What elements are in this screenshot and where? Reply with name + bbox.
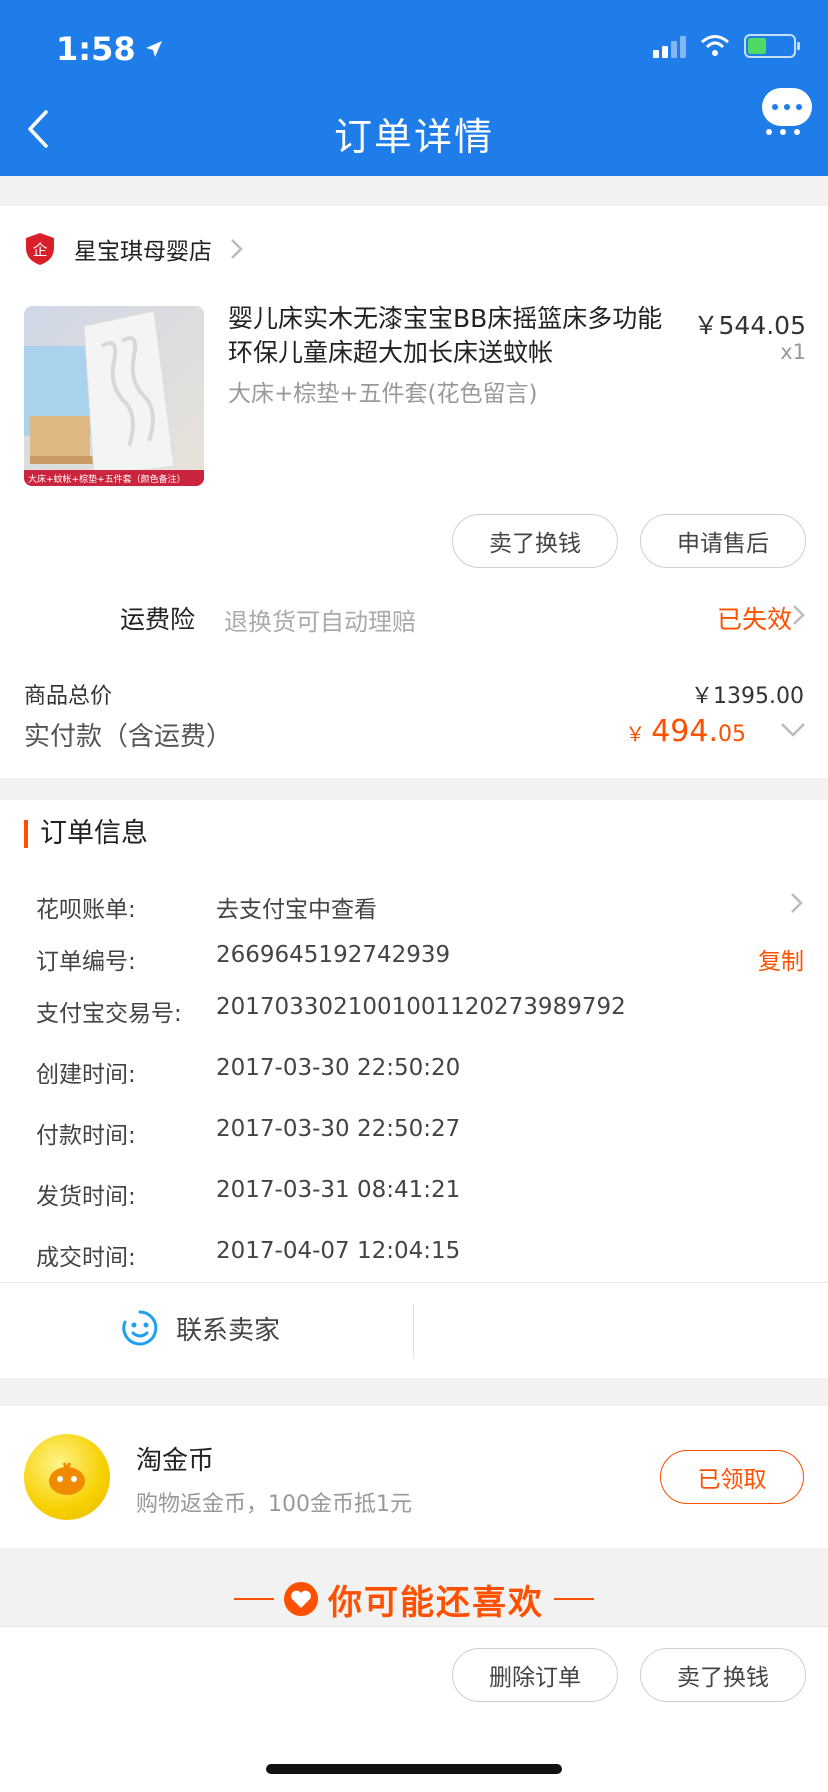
page-title: 订单详情 (333, 115, 494, 159)
shop-name: 星宝琪母婴店 (74, 239, 212, 265)
paid-time-value: 2017-03-30 22:50:27 (216, 1116, 461, 1142)
chevron-right-icon (791, 893, 803, 913)
crib-image: 大床+蚊帐+棕垫+五件套（颜色备注） (24, 306, 204, 486)
alipay-trade-value: 2017033021001001120273989792 (216, 994, 626, 1020)
chevron-down-icon[interactable] (780, 722, 806, 738)
more-button[interactable] (762, 88, 812, 136)
status-time-text: 1:58 (56, 30, 136, 68)
order-info-title: 订单信息 (24, 820, 148, 848)
order-number-label: 订单编号: (36, 949, 136, 975)
paid-amount-dec: 05 (718, 722, 746, 747)
insurance-status[interactable]: 已失效 (717, 600, 792, 636)
currency-symbol: ￥ (625, 722, 646, 746)
product-price: ￥544.05 (693, 311, 806, 340)
paid-amount-int: 494. (651, 714, 718, 749)
order-info-card (0, 800, 828, 1378)
contact-seller-button[interactable]: 联系卖家 (120, 1308, 280, 1348)
order-number-value: 2669645192742939 (216, 942, 451, 968)
created-time-label: 创建时间: (36, 1062, 136, 1088)
location-arrow-icon (145, 41, 162, 57)
chevron-right-icon (793, 605, 805, 625)
divider (413, 1304, 414, 1358)
insurance-label: 运费险 (120, 605, 196, 634)
delete-order-button[interactable]: 删除订单 (452, 1648, 618, 1702)
coins-desc: 购物返金币，100金币抵1元 (136, 1492, 412, 1517)
sell-for-cash-button[interactable]: 卖了换钱 (640, 1648, 806, 1702)
goods-total-label: 商品总价 (24, 684, 113, 709)
paid-amount-value: ￥ 494. 05 (625, 714, 746, 749)
coin-mascot-icon (49, 1462, 85, 1495)
shop-badge-icon: 企 (26, 233, 54, 265)
coins-title: 淘金币 (136, 1446, 215, 1476)
shop-row[interactable]: 企 星宝琪母婴店 (24, 232, 244, 266)
alipay-trade-label: 支付宝交易号: (36, 1001, 182, 1027)
product-quantity: x1 (780, 340, 806, 364)
signal-icon (653, 34, 686, 58)
goods-total-value: ￥1395.00 (691, 684, 804, 709)
closed-time-value: 2017-04-07 12:04:15 (216, 1238, 461, 1264)
product-image-caption: 大床+蚊帐+棕垫+五件套（颜色备注） (28, 473, 186, 485)
wifi-icon (701, 35, 729, 56)
shipped-time-label: 发货时间: (36, 1184, 136, 1210)
copy-button[interactable]: 复制 (758, 942, 804, 976)
product-image[interactable]: 大床+蚊帐+棕垫+五件套（颜色备注） (24, 306, 204, 486)
recommend-title: 你可能还喜欢 (328, 1582, 544, 1623)
sell-for-cash-button[interactable]: 卖了换钱 (452, 514, 618, 568)
smiley-chat-icon (122, 1310, 158, 1346)
home-indicator[interactable] (266, 1764, 562, 1774)
paid-time-label: 付款时间: (36, 1123, 136, 1149)
product-title[interactable]: 婴儿床实木无漆宝宝BB床摇篮床多功能环保儿童床超大加长床送蚊帐 (228, 302, 668, 370)
header: 1:58 订单详情 (0, 0, 828, 176)
status-time: 1:58 (56, 30, 164, 68)
divider (0, 1282, 828, 1283)
recommend-banner: 你可能还喜欢 (0, 1572, 828, 1626)
after-sale-button[interactable]: 申请售后 (640, 514, 806, 568)
paid-amount-label: 实付款（含运费） (24, 722, 233, 752)
decor-line (234, 1598, 274, 1600)
closed-time-label: 成交时间: (36, 1245, 136, 1271)
chat-bubble-icon (762, 88, 812, 126)
heart-icon (284, 1582, 318, 1616)
decor-line (554, 1598, 594, 1600)
created-time-value: 2017-03-30 22:50:20 (216, 1055, 461, 1081)
shipped-time-value: 2017-03-31 08:41:21 (216, 1177, 461, 1203)
chevron-right-icon (231, 239, 243, 259)
more-dots-icon (766, 129, 800, 135)
coins-claimed-button[interactable]: 已领取 (660, 1450, 804, 1504)
huabei-value[interactable]: 去支付宝中查看 (216, 890, 377, 924)
battery-icon (744, 34, 800, 58)
insurance-desc: 退换货可自动理赔 (224, 608, 416, 636)
product-sku: 大床+棕垫+五件套(花色留言) (228, 381, 538, 407)
contact-seller-label: 联系卖家 (176, 1315, 281, 1346)
status-indicators (653, 34, 800, 58)
taojinbi-coin-icon (24, 1434, 110, 1520)
shop-badge-text: 企 (32, 241, 47, 259)
huabei-label: 花呗账单: (36, 897, 136, 923)
